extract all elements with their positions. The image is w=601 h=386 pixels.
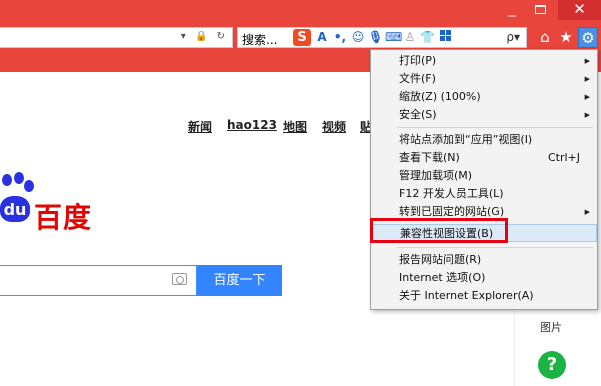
search-icon[interactable]: ρ▾ xyxy=(506,30,520,44)
menu-item-print[interactable]: 打印(P) ▶ xyxy=(371,52,597,70)
tools-gear-icon[interactable]: ⚙ xyxy=(578,27,598,48)
submenu-arrow-icon: ▶ xyxy=(584,93,590,101)
search-placeholder: 搜索... xyxy=(242,33,278,47)
nav-link-video[interactable]: 视频 xyxy=(322,118,346,135)
close-button[interactable]: ✕ xyxy=(558,0,601,20)
menu-item-add-to-apps[interactable]: 将站点添加到“应用”视图(I) xyxy=(371,131,597,149)
submenu-arrow-icon: ▶ xyxy=(584,208,590,216)
nav-link-map[interactable]: 地图 xyxy=(283,118,307,135)
baidu-logo: du 百度 xyxy=(0,172,110,234)
emoji-icon[interactable]: ☺ xyxy=(351,30,365,45)
toolbox-grid-icon[interactable] xyxy=(438,30,452,45)
maximize-button[interactable] xyxy=(528,0,552,20)
menu-item-file[interactable]: 文件(F) ▶ xyxy=(371,70,597,88)
submenu-arrow-icon: ▶ xyxy=(584,75,590,83)
baidu-search-input[interactable] xyxy=(0,265,197,296)
home-icon[interactable]: ⌂ xyxy=(535,27,555,48)
ime-punctuation-icon[interactable]: •, xyxy=(333,30,347,45)
nav-link-news[interactable]: 新闻 xyxy=(188,118,212,135)
skin-icon[interactable]: 👕 xyxy=(420,30,435,45)
menu-item-internet-options[interactable]: Internet 选项(O) xyxy=(371,269,597,287)
favorites-star-icon[interactable]: ★ xyxy=(556,27,576,48)
menu-item-manage-addons[interactable]: 管理加载项(M) xyxy=(371,167,597,185)
menu-item-about-ie[interactable]: 关于 Internet Explorer(A) xyxy=(371,287,597,305)
shortcut-label: Ctrl+J xyxy=(547,151,580,164)
camera-icon[interactable] xyxy=(172,273,187,285)
highlight-annotation-box xyxy=(370,218,508,243)
search-input[interactable]: 搜索... S A •, ☺ 🎙 ⌨ ♙ 👕 ρ▾ xyxy=(237,27,527,48)
microphone-icon[interactable]: 🎙 xyxy=(368,30,383,45)
menu-separator xyxy=(397,127,593,128)
menu-item-report-problems[interactable]: 报告网站问题(R) xyxy=(371,251,597,269)
sogou-ime-icon[interactable]: S xyxy=(293,29,311,46)
menu-item-dev-tools[interactable]: F12 开发人员工具(L) xyxy=(371,185,597,203)
logo-paw: du xyxy=(0,196,30,222)
minimize-button[interactable]: _ xyxy=(498,0,526,20)
image-search-label[interactable]: 图片 xyxy=(540,319,562,335)
submenu-arrow-icon: ▶ xyxy=(584,57,590,65)
help-icon[interactable]: ? xyxy=(538,351,566,379)
logo-text: 百度 xyxy=(34,201,93,234)
submenu-arrow-icon: ▶ xyxy=(584,111,590,119)
keyboard-icon[interactable]: ⌨ xyxy=(385,30,402,45)
menu-item-zoom[interactable]: 缩放(Z) (100%) ▶ xyxy=(371,88,597,106)
baidu-search-button[interactable]: 百度一下 xyxy=(197,265,282,296)
ime-letter-a-icon[interactable]: A xyxy=(315,30,329,45)
menu-separator xyxy=(397,247,593,248)
menu-item-view-downloads[interactable]: 查看下载(N) Ctrl+J xyxy=(371,149,597,167)
address-bar[interactable]: ▾ 🔒 ↻ xyxy=(0,27,233,48)
menu-item-safety[interactable]: 安全(S) ▶ xyxy=(371,106,597,124)
user-icon[interactable]: ♙ xyxy=(403,30,417,45)
address-bar-icons[interactable]: ▾ 🔒 ↻ xyxy=(181,31,228,42)
maximize-icon xyxy=(534,5,546,14)
nav-link-hao123[interactable]: hao123 xyxy=(227,118,277,132)
tools-menu: 打印(P) ▶ 文件(F) ▶ 缩放(Z) (100%) ▶ 安全(S) ▶ 将站点添加… xyxy=(370,49,598,310)
